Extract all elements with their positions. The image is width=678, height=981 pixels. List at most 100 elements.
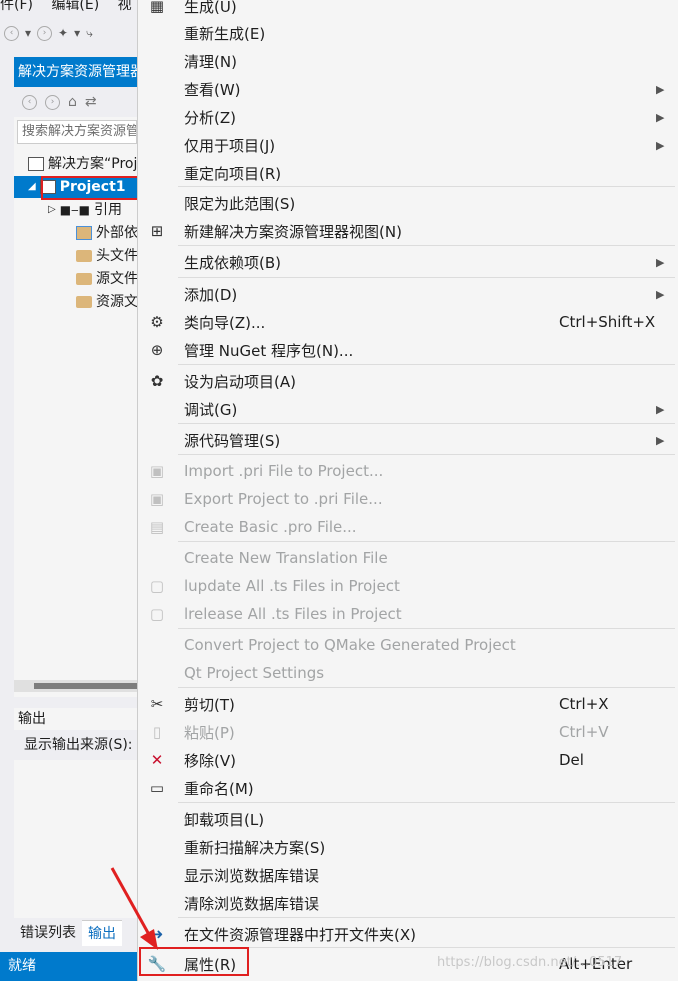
menu-item-shortcut: Del (559, 751, 584, 769)
menu-item[interactable]: 卸载项目(L) (138, 805, 678, 833)
menu-separator (178, 628, 675, 629)
tab-output[interactable]: 输出 (82, 920, 122, 946)
tree-item-sources[interactable]: 源文件 (76, 268, 138, 290)
menu-item[interactable]: ✂ 剪切(T) Ctrl+X (138, 690, 678, 718)
dropdown-icon[interactable]: ▾ (25, 26, 31, 40)
menu-item: ▣ Import .pri File to Project... (138, 457, 678, 485)
menu-item[interactable]: ➜ 在文件资源管理器中打开文件夹(X) (138, 920, 678, 948)
forward-icon[interactable]: › (45, 94, 60, 110)
solution-explorer-title: 解决方案资源管理器 (14, 57, 140, 87)
menu-item[interactable]: 重新扫描解决方案(S) (138, 833, 678, 861)
menu-item-shortcut: Ctrl+X (559, 695, 609, 713)
watermark: https://blog.csdn.net/…0517 (437, 955, 623, 970)
tree-item-references[interactable]: ▷ ■‒■ 引用 (48, 199, 122, 221)
submenu-arrow-icon: ▶ (656, 138, 665, 152)
menu-separator (178, 245, 675, 246)
submenu-arrow-icon: ▶ (656, 110, 665, 124)
menu-item: ▢ lupdate All .ts Files in Project (138, 572, 678, 600)
menu-item[interactable]: 重定向项目(R) (138, 159, 678, 187)
tab-error-list[interactable]: 错误列表 (14, 920, 82, 946)
folder-icon (76, 273, 92, 285)
menu-item[interactable]: ▭ 重命名(M) (138, 774, 678, 802)
bottom-tabs: 错误列表 输出 (14, 920, 140, 946)
tree-item-headers[interactable]: 头文件 (76, 245, 138, 267)
menu-item-label: 源代码管理(S) (184, 431, 281, 450)
menu-item-label: 限定为此范围(S) (184, 194, 296, 213)
tree-item-solution[interactable]: 解决方案“Project1” (28, 153, 140, 175)
menu-item: ▤ Create Basic .pro File... (138, 513, 678, 541)
folder-icon (76, 250, 92, 262)
menu-item[interactable]: ✕ 移除(V) Del (138, 746, 678, 774)
menu-item-label: Import .pri File to Project... (184, 462, 384, 480)
menu-item-label: Create Basic .pro File... (184, 518, 357, 536)
menu-edit[interactable]: 编辑(E) (51, 0, 99, 13)
menu-item[interactable]: 清除浏览数据库错误 (138, 889, 678, 917)
menu-item[interactable]: ⊕ 管理 NuGet 程序包(N)... (138, 336, 678, 364)
home-icon[interactable]: ⌂ (68, 94, 77, 110)
menu-separator (178, 364, 675, 365)
menu-item-label: lrelease All .ts Files in Project (184, 605, 402, 623)
open-folder-icon: ➜ (150, 925, 164, 943)
forward-icon[interactable]: › (37, 25, 53, 41)
menu-item[interactable]: 调试(G) ▶ (138, 395, 678, 423)
open-icon[interactable]: ⤷ (86, 26, 93, 41)
menu-item-shortcut: Ctrl+V (559, 723, 609, 741)
menu-item[interactable]: 重新生成(E) (138, 19, 678, 47)
menu-item[interactable]: 查看(W) ▶ (138, 75, 678, 103)
menu-item-label: 清除浏览数据库错误 (184, 894, 320, 913)
solution-explorer: 解决方案资源管理器 ‹ › ⌂ ⇄ 搜索解决方案资源管理器 解决方案“Proje… (14, 57, 140, 697)
menu-item[interactable]: 分析(Z) ▶ (138, 103, 678, 131)
tree-item-resources[interactable]: 资源文件 (76, 291, 140, 313)
menu-item-label: 重新生成(E) (184, 24, 266, 43)
menu-item-label: Convert Project to QMake Generated Proje… (184, 636, 516, 654)
remove-icon: ✕ (150, 751, 164, 769)
submenu-arrow-icon: ▶ (656, 255, 665, 269)
context-menu: ▦ 生成(U) 重新生成(E) 清理(N) 查看(W) ▶ 分析(Z) ▶ 仅用于项目(J) ▶ 重… (137, 0, 678, 981)
menu-item: ▢ lrelease All .ts Files in Project (138, 600, 678, 628)
menu-item-label: 查看(W) (184, 80, 241, 99)
menu-item[interactable]: 添加(D) ▶ (138, 280, 678, 308)
output-source-label: 显示输出来源(S): (14, 730, 140, 760)
menu-item: Convert Project to QMake Generated Proje… (138, 631, 678, 659)
output-title: 输出 (18, 711, 46, 727)
solution-icon (28, 157, 44, 171)
menu-item-label: Create New Translation File (184, 549, 388, 567)
import-pri-icon: ▣ (149, 462, 165, 480)
menu-item[interactable]: ⚙ 类向导(Z)... Ctrl+Shift+X (138, 308, 678, 336)
dropdown-icon[interactable]: ▾ (74, 26, 80, 40)
new-item-icon[interactable]: ✦ (58, 26, 68, 40)
menu-item-label: 添加(D) (184, 285, 238, 304)
menu-item[interactable]: ▦ 生成(U) (138, 0, 678, 20)
menu-separator (178, 423, 675, 424)
menu-item[interactable]: 清理(N) (138, 47, 678, 75)
menu-item[interactable]: 仅用于项目(J) ▶ (138, 131, 678, 159)
highlight-properties (139, 947, 249, 976)
menu-item[interactable]: ✿ 设为启动项目(A) (138, 367, 678, 395)
menu-view[interactable]: 视 (118, 0, 132, 13)
menu-item: ▣ Export Project to .pri File... (138, 485, 678, 513)
menu-item[interactable]: 显示浏览数据库错误 (138, 861, 678, 889)
menu-file[interactable]: 件(F) (0, 0, 33, 13)
tree-item-external[interactable]: 外部依赖项 (76, 222, 140, 244)
menu-item-label: 重定向项目(R) (184, 164, 282, 183)
menu-item: ▯ 粘贴(P) Ctrl+V (138, 718, 678, 746)
back-icon[interactable]: ‹ (22, 94, 37, 110)
output-panel: 输出 显示输出来源(S): (14, 708, 140, 918)
back-icon[interactable]: ‹ (4, 25, 19, 41)
menu-item[interactable]: ⊞ 新建解决方案资源管理器视图(N) (138, 217, 678, 245)
scissors-icon: ✂ (150, 695, 164, 713)
folder-icon (76, 296, 92, 308)
scrollbar-thumb[interactable] (34, 683, 138, 689)
sync-icon[interactable]: ⇄ (85, 94, 97, 110)
search-input[interactable]: 搜索解决方案资源管理器 (17, 120, 137, 144)
menu-item[interactable]: 生成依赖项(B) ▶ (138, 248, 678, 276)
horizontal-scrollbar[interactable] (14, 680, 140, 692)
menu-item-label: 在文件资源管理器中打开文件夹(X) (184, 925, 416, 944)
menubar: 件(F) 编辑(E) 视 (0, 0, 140, 14)
gear-icon: ✿ (150, 372, 164, 390)
menu-item[interactable]: 源代码管理(S) ▶ (138, 426, 678, 454)
menu-item-label: 卸载项目(L) (184, 810, 265, 829)
menu-item[interactable]: 限定为此范围(S) (138, 189, 678, 217)
menu-item-label: 类向导(Z)... (184, 313, 266, 332)
menu-item-label: 显示浏览数据库错误 (184, 866, 320, 885)
